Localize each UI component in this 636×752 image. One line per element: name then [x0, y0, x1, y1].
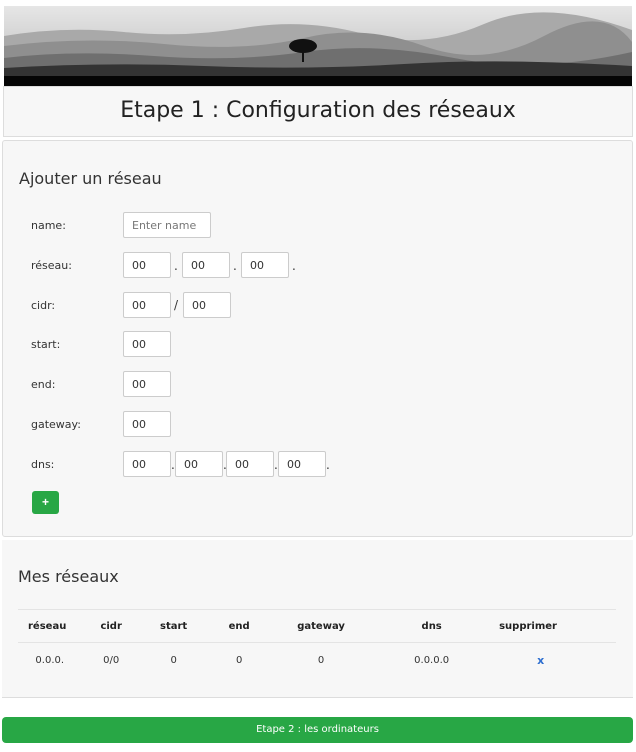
dns-input-4[interactable] — [278, 451, 326, 477]
end-label: end: — [31, 378, 56, 391]
dot-separator: . — [174, 259, 178, 273]
cidr-input-2[interactable] — [183, 292, 231, 318]
end-input[interactable] — [123, 371, 171, 397]
cell-gateway: 0 — [317, 654, 325, 666]
dns-input-2[interactable] — [175, 451, 223, 477]
column-header-end: end — [206, 609, 272, 643]
page-title: Etape 1 : Configuration des réseaux — [120, 98, 516, 123]
name-label: name: — [31, 219, 66, 232]
reseau-input-1[interactable] — [123, 252, 171, 278]
dot-separator: . — [292, 259, 296, 273]
cidr-input-1[interactable] — [123, 292, 171, 318]
next-step-button[interactable]: Etape 2 : les ordinateurs — [2, 717, 633, 743]
cell-cidr: 0/0 — [103, 654, 120, 666]
cell-end: 0 — [235, 654, 243, 666]
column-header-supprimer: supprimer — [493, 609, 616, 643]
name-input[interactable] — [123, 212, 211, 238]
table-row: 0.0.0. 0/0 0 0 0 0.0.0.0 x — [18, 643, 616, 678]
page-header: Etape 1 : Configuration des réseaux — [3, 86, 633, 137]
delete-network-button[interactable]: x — [537, 654, 544, 667]
header-banner-image — [4, 6, 632, 88]
dns-input-1[interactable] — [123, 451, 171, 477]
gateway-label: gateway: — [31, 418, 81, 431]
column-header-cidr: cidr — [81, 609, 141, 643]
dns-label: dns: — [31, 458, 55, 471]
cell-start: 0 — [170, 654, 177, 666]
dot-separator: . — [233, 259, 237, 273]
slash-separator: / — [174, 298, 179, 312]
networks-title: Mes réseaux — [18, 567, 119, 586]
cell-delete: x — [493, 643, 616, 678]
table-header-row: réseau cidr start end gateway dns suppri… — [18, 609, 616, 643]
reseau-label: réseau: — [31, 259, 72, 272]
cell-reseau: 0.0.0. — [35, 654, 65, 666]
cidr-label: cidr: — [31, 299, 56, 312]
gateway-input[interactable] — [123, 411, 171, 437]
add-network-button[interactable]: + — [32, 491, 59, 514]
column-header-dns: dns — [370, 609, 494, 643]
start-input[interactable] — [123, 331, 171, 357]
dns-input-3[interactable] — [226, 451, 274, 477]
column-header-start: start — [140, 609, 207, 643]
reseau-input-2[interactable] — [182, 252, 230, 278]
dot-separator: . — [326, 458, 330, 472]
cell-dns: 0.0.0.0 — [414, 654, 450, 666]
column-header-reseau: réseau — [18, 609, 82, 643]
column-header-gateway: gateway — [271, 609, 371, 643]
form-title: Ajouter un réseau — [19, 169, 162, 188]
networks-table: réseau cidr start end gateway dns suppri… — [18, 609, 616, 678]
networks-section: Mes réseaux réseau cidr start end gatewa… — [2, 540, 633, 698]
add-network-form: Ajouter un réseau name: réseau: . . . ci… — [2, 140, 633, 537]
reseau-input-3[interactable] — [241, 252, 289, 278]
start-label: start: — [31, 338, 61, 351]
